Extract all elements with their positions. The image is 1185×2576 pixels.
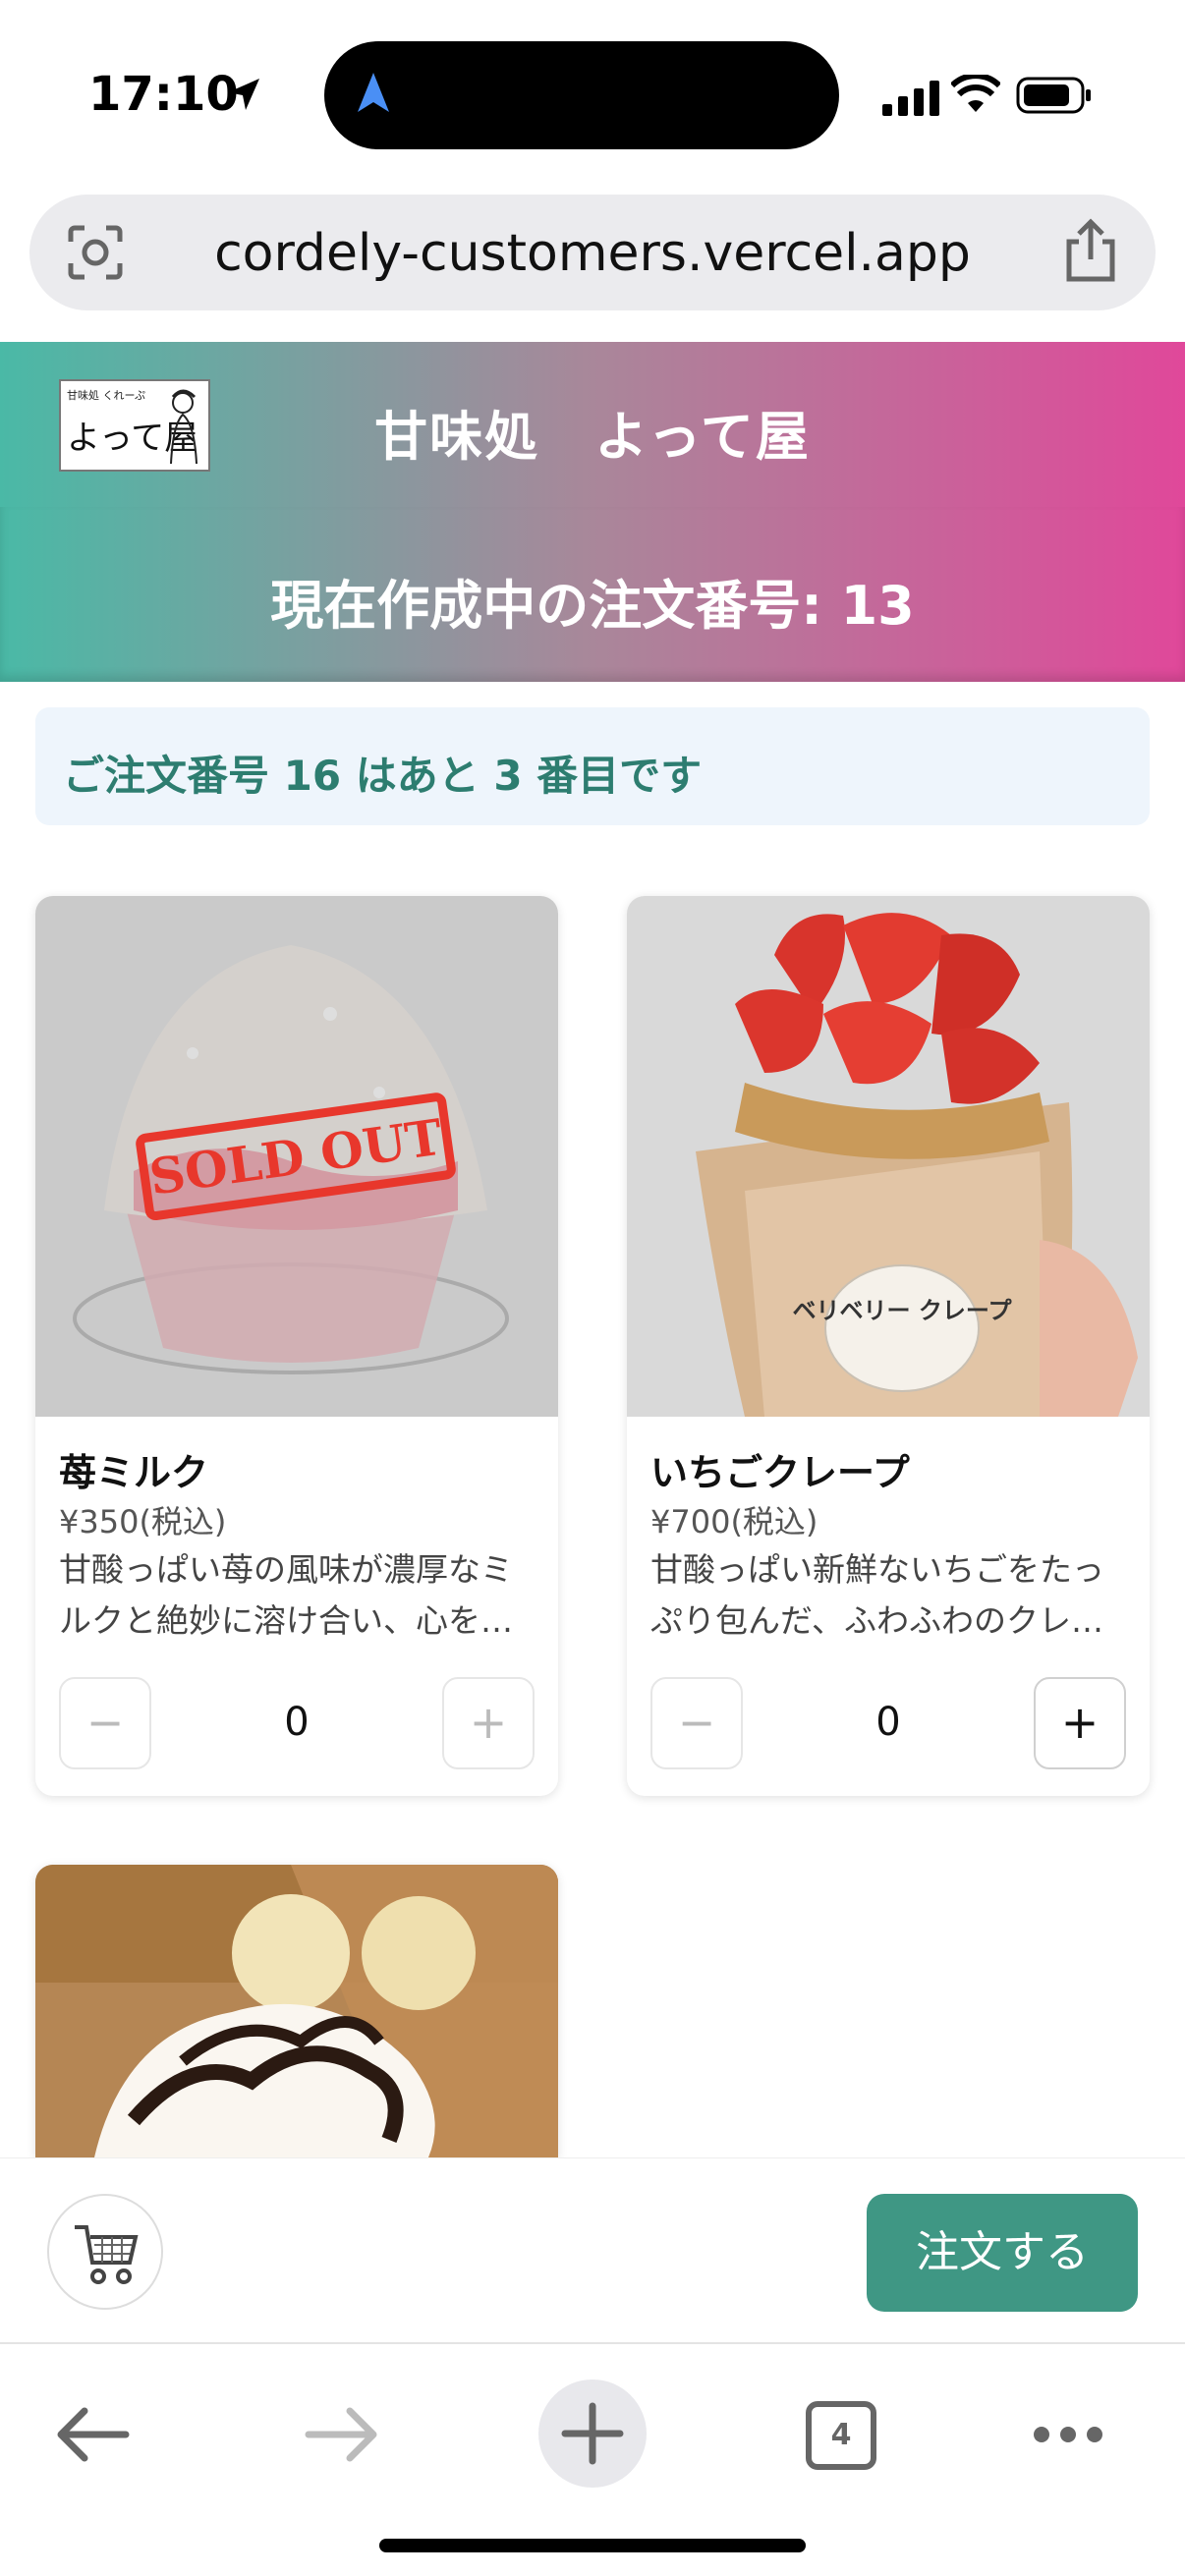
shopping-cart-icon <box>75 2225 139 2284</box>
location-arrow-icon <box>228 79 259 110</box>
product-name: いちごクレープ <box>650 1451 910 1494</box>
quantity-value: 0 <box>875 1700 901 1745</box>
product-description: 甘酸っぱい苺の風味が濃厚なミルクと絶妙に溶け合い、心を… <box>59 1550 513 1640</box>
decrease-quantity-button[interactable]: − <box>59 1677 151 1769</box>
forward-arrow-icon[interactable] <box>305 2407 379 2462</box>
status-time: 17:10 <box>88 67 239 122</box>
order-action-bar: 注文する <box>0 2157 1185 2344</box>
new-tab-button[interactable] <box>538 2380 647 2488</box>
cellular-signal-icon <box>882 81 939 116</box>
decrease-quantity-button[interactable]: − <box>650 1677 743 1769</box>
quantity-value: 0 <box>284 1700 310 1745</box>
plus-icon <box>561 2402 624 2465</box>
product-card <box>35 1865 558 2157</box>
url-text: cordely-customers.vercel.app <box>214 224 971 283</box>
dynamic-island <box>324 41 839 149</box>
app-header: 甘味処 くれーぷ よって屋 甘味処 よって屋 <box>0 342 1185 507</box>
product-image-strawberry-shaved-ice: SOLD OUT <box>35 896 558 1417</box>
tab-count-button[interactable]: 4 <box>806 2401 876 2470</box>
product-card: SOLD OUT 苺ミルク ¥350(税込) 甘酸っぱい苺の風味が濃厚なミルクと… <box>35 896 558 1796</box>
share-icon[interactable] <box>1061 218 1120 283</box>
increase-quantity-button[interactable]: + <box>442 1677 535 1769</box>
current-order-text: 現在作成中の注文番号: 13 <box>270 575 915 637</box>
increase-quantity-button[interactable]: + <box>1034 1677 1126 1769</box>
back-arrow-icon[interactable] <box>55 2407 130 2462</box>
place-order-button[interactable]: 注文する <box>867 2194 1138 2312</box>
navigation-icon <box>358 73 389 112</box>
address-bar[interactable]: cordely-customers.vercel.app <box>29 195 1156 310</box>
shop-title: 甘味処 よって屋 <box>374 406 811 468</box>
product-image-strawberry-crepe: ベリベリー クレープ <box>627 896 1150 1417</box>
queue-notice-text: ご注文番号 16 はあと 3 番目です <box>63 752 703 800</box>
product-price: ¥700(税込) <box>650 1503 818 1540</box>
product-price: ¥350(税込) <box>59 1503 227 1540</box>
more-options-icon[interactable] <box>1032 2425 1104 2444</box>
crepe-wrapper-text: ベリベリー クレープ <box>793 1297 1013 1324</box>
product-name: 苺ミルク <box>59 1451 209 1494</box>
battery-icon <box>1016 77 1091 114</box>
product-description: 甘酸っぱい新鮮ないちごをたっぷり包んだ、ふわふわのクレ… <box>650 1550 1104 1640</box>
current-order-banner: 現在作成中の注文番号: 13 <box>0 507 1185 682</box>
queue-notice: ご注文番号 16 はあと 3 番目です <box>35 707 1150 825</box>
wifi-icon <box>951 75 1000 112</box>
home-indicator <box>379 2539 806 2552</box>
product-card: ベリベリー クレープ いちごクレープ ¥700(税込) 甘酸っぱい新鮮ないちごを… <box>627 896 1150 1796</box>
cart-button[interactable] <box>47 2194 163 2310</box>
product-image-banana-chocolate-crepe <box>35 1865 558 2157</box>
status-bar: 17:10 <box>0 0 1185 187</box>
